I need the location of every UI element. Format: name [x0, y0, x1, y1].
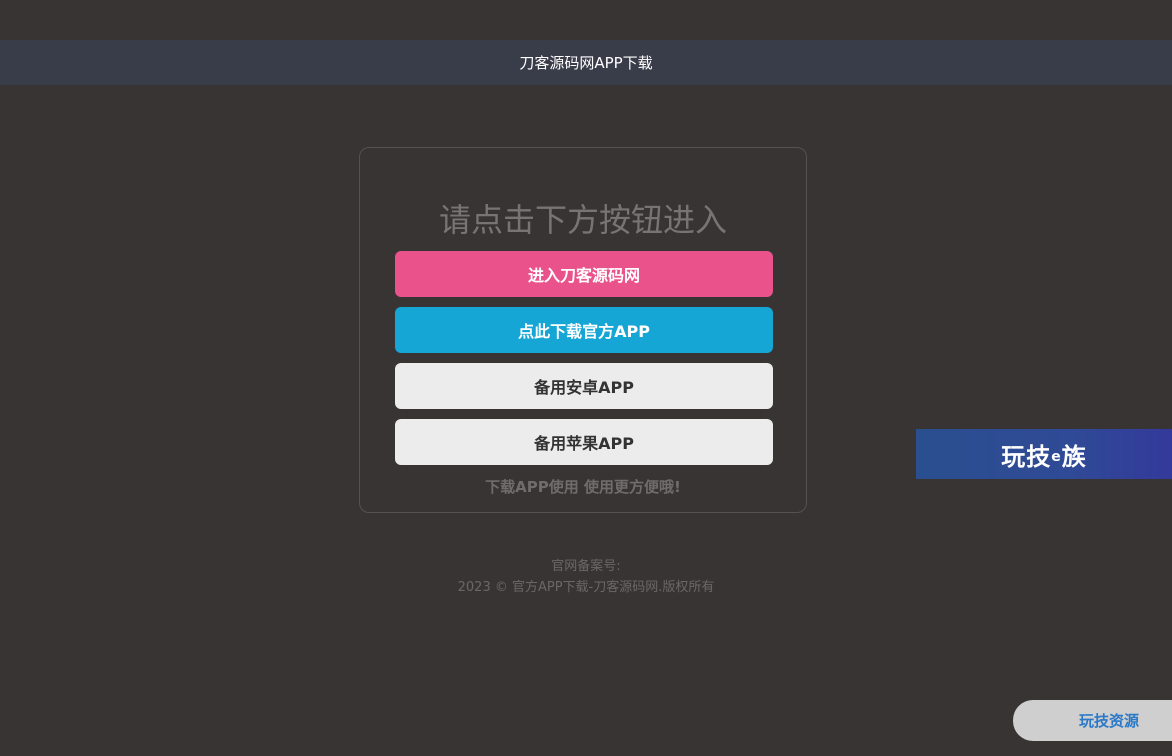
- side-banner-text-part2: 族: [1061, 442, 1087, 471]
- corner-resource-badge[interactable]: 玩技资源: [1013, 700, 1172, 741]
- download-card: 请点击下方按钮进入 进入刀客源码网 点此下载官方APP 备用安卓APP 备用苹果…: [359, 147, 807, 513]
- page: 刀客源码网APP下载 请点击下方按钮进入 进入刀客源码网 点此下载官方APP 备…: [0, 0, 1172, 756]
- backup-android-app-button[interactable]: 备用安卓APP: [395, 363, 773, 409]
- icp-label: 官网备案号:: [551, 559, 621, 574]
- side-ad-banner[interactable]: 玩技 e 族: [916, 429, 1172, 479]
- footer: 官网备案号: 2023 © 官方APP下载-刀客源码网.版权所有: [0, 556, 1172, 598]
- header-bar: 刀客源码网APP下载: [0, 40, 1172, 85]
- backup-apple-app-button[interactable]: 备用苹果APP: [395, 419, 773, 465]
- header-title: 刀客源码网APP下载: [519, 54, 653, 72]
- card-note: 下载APP使用 使用更方便哦!: [485, 478, 681, 496]
- corner-badge-label: 玩技资源: [1079, 712, 1140, 730]
- download-official-app-button[interactable]: 点此下载官方APP: [395, 307, 773, 353]
- enter-site-button[interactable]: 进入刀客源码网: [395, 251, 773, 297]
- side-banner-text-small: e: [1051, 449, 1062, 465]
- copyright-text: 2023 © 官方APP下载-刀客源码网.版权所有: [457, 580, 715, 595]
- side-banner-text-part1: 玩技: [1001, 442, 1052, 471]
- card-title: 请点击下方按钮进入: [438, 201, 727, 239]
